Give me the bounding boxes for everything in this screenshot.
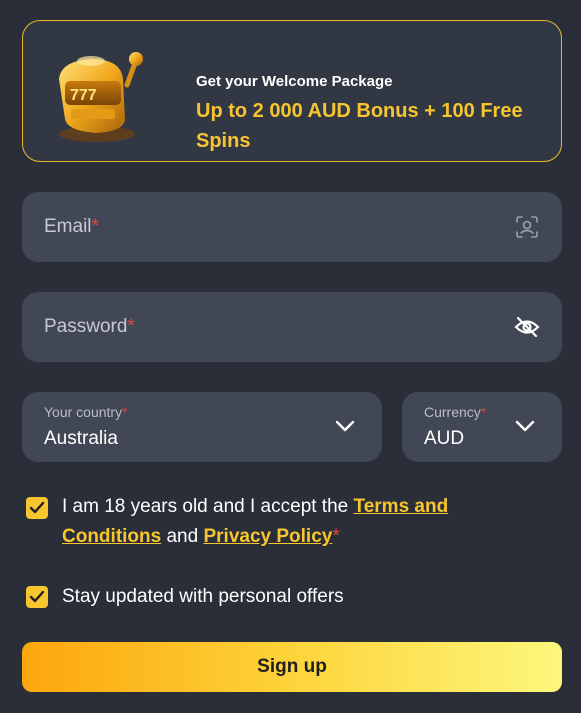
country-value: Australia — [44, 428, 118, 449]
promo-headline: Up to 2 000 AUD Bonus + 100 Free Spins — [196, 100, 523, 152]
required-mark: * — [480, 404, 487, 420]
country-label: Your country* — [44, 404, 128, 420]
registration-form: 777 Get your Welcome Package Up to 2 000… — [0, 0, 581, 713]
country-select[interactable]: Your country* Australia — [22, 392, 382, 462]
offers-checkbox[interactable] — [26, 586, 48, 608]
welcome-package-banner: 777 Get your Welcome Package Up to 2 000… — [22, 20, 562, 162]
required-mark: * — [122, 404, 128, 420]
chevron-down-icon[interactable] — [334, 418, 356, 434]
face-scan-icon[interactable] — [514, 214, 540, 240]
eye-slash-icon[interactable] — [514, 314, 540, 340]
password-label: Password* — [44, 316, 135, 337]
promo-kicker: Get your Welcome Package — [196, 73, 393, 90]
checkmark-icon — [29, 590, 45, 603]
terms-text-middle: and — [161, 526, 204, 547]
slot-machine-icon: 777 — [59, 52, 143, 142]
currency-value: AUD — [424, 428, 465, 449]
svg-text:777: 777 — [70, 87, 97, 104]
required-mark: * — [91, 216, 99, 237]
signup-button[interactable]: Sign up — [22, 642, 562, 692]
chevron-down-icon[interactable] — [514, 418, 536, 434]
terms-checkbox[interactable] — [26, 497, 48, 519]
privacy-policy-link[interactable]: Privacy Policy — [203, 526, 332, 547]
email-field[interactable]: Email* — [22, 192, 562, 262]
terms-text: I am 18 years old and I accept the Terms… — [62, 492, 512, 552]
offers-text: Stay updated with personal offers — [62, 586, 344, 607]
required-mark: * — [127, 316, 135, 337]
password-field[interactable]: Password* — [22, 292, 562, 362]
checkmark-icon — [29, 501, 45, 514]
required-mark: * — [332, 526, 340, 547]
currency-label: Currency* — [424, 404, 487, 420]
email-label: Email* — [44, 216, 99, 237]
currency-select[interactable]: Currency* AUD — [402, 392, 562, 462]
terms-text-before: I am 18 years old and I accept the — [62, 496, 354, 517]
